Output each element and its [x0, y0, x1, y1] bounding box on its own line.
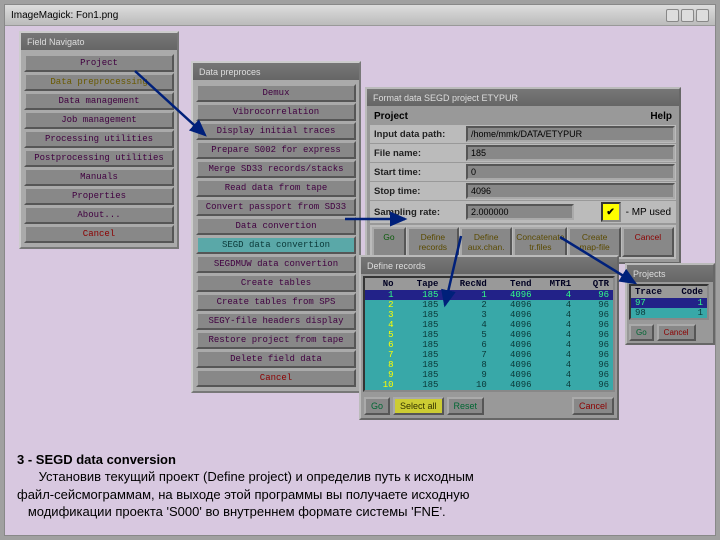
nav-item-processing-utilities[interactable]: Processing utilities: [24, 130, 174, 148]
mp-used-label: - MP used: [626, 207, 671, 218]
mp-used-checkbox[interactable]: ✔: [601, 202, 621, 222]
caption-heading: 3 - SEGD data conversion: [17, 452, 176, 467]
records-cancel-button[interactable]: Cancel: [572, 397, 614, 415]
col-header: No: [365, 279, 398, 289]
input-path-label: Input data path:: [371, 129, 466, 140]
close-icon[interactable]: [696, 9, 709, 22]
project-row[interactable]: 971: [631, 298, 707, 308]
cancel-button[interactable]: Cancel: [622, 227, 674, 257]
preproc-item-convert-passport-from-sd-[interactable]: Convert passport from SD33: [196, 198, 356, 216]
maximize-icon[interactable]: [681, 9, 694, 22]
table-row[interactable]: 718574096496: [365, 350, 613, 360]
preproc-item-read-data-from-tape[interactable]: Read data from tape: [196, 179, 356, 197]
preproc-item-segdmuw-data-convertion[interactable]: SEGDMUW data convertion: [196, 255, 356, 273]
preproc-item-delete-field-data[interactable]: Delete field data: [196, 350, 356, 368]
col-header: MTR1: [536, 279, 576, 289]
nav-item-job-management[interactable]: Job management: [24, 111, 174, 129]
preproc-item-demux[interactable]: Demux: [196, 84, 356, 102]
nav-item-about-[interactable]: About...: [24, 206, 174, 224]
preproc-item-restore-project-from-tape[interactable]: Restore project from tape: [196, 331, 356, 349]
preproc-item-merge-sd-records-stacks[interactable]: Merge SD33 records/stacks: [196, 160, 356, 178]
projects-cancel-button[interactable]: Cancel: [657, 324, 696, 341]
preproc-item-segy-file-headers-display[interactable]: SEGY-file headers display: [196, 312, 356, 330]
sampling-rate-field[interactable]: 2.000000: [466, 204, 574, 220]
go-button[interactable]: Go: [372, 227, 406, 257]
reset-button[interactable]: Reset: [447, 397, 485, 415]
preproc-item-create-tables[interactable]: Create tables: [196, 274, 356, 292]
format-data-window: Format data SEGD project ETYPUR Project …: [365, 87, 681, 264]
table-row[interactable]: 518554096496: [365, 330, 613, 340]
col-header: Tend: [491, 279, 536, 289]
table-row[interactable]: 218524096496: [365, 300, 613, 310]
image-viewer-titlebar: ImageMagick: Fon1.png: [5, 5, 715, 26]
minimize-icon[interactable]: [666, 9, 679, 22]
field-navigator-title: Field Navigato: [21, 33, 177, 50]
table-row[interactable]: 418544096496: [365, 320, 613, 330]
preproc-item-vibrocorrelation[interactable]: Vibrocorrelation: [196, 103, 356, 121]
nav-item-manuals[interactable]: Manuals: [24, 168, 174, 186]
stop-time-field[interactable]: 4096: [466, 183, 675, 199]
col-header: QTR: [575, 279, 613, 289]
file-name-label: File name:: [371, 148, 466, 159]
field-navigator-window: Field Navigato ProjectData preprocessing…: [19, 31, 179, 249]
define-aux-button[interactable]: Define aux.chan.: [460, 227, 512, 257]
nav-item-data-management[interactable]: Data management: [24, 92, 174, 110]
table-row[interactable]: 118514096496: [365, 290, 613, 300]
nav-item-postprocessing-utilities[interactable]: Postprocessing utilities: [24, 149, 174, 167]
preproc-item-data-convertion[interactable]: Data convertion: [196, 217, 356, 235]
table-row[interactable]: 918594096496: [365, 370, 613, 380]
projects-title: Projects: [627, 265, 713, 282]
data-preprocess-title: Data preproces: [193, 63, 359, 80]
col-header: RecNd: [442, 279, 490, 289]
table-row[interactable]: 10185104096496: [365, 380, 613, 390]
preproc-item-segd-data-convertion[interactable]: SEGD data convertion: [196, 236, 356, 254]
file-name-field[interactable]: 185: [466, 145, 675, 161]
projects-window: Projects TraceCode971981 Go Cancel: [625, 263, 715, 345]
project-row[interactable]: 981: [631, 308, 707, 318]
preproc-item-create-tables-from-sps[interactable]: Create tables from SPS: [196, 293, 356, 311]
create-map-button[interactable]: Create map-file: [568, 227, 620, 257]
col-header: Tape: [398, 279, 443, 289]
table-row[interactable]: 318534096496: [365, 310, 613, 320]
table-row[interactable]: 618564096496: [365, 340, 613, 350]
sampling-rate-label: Sampling rate:: [371, 207, 466, 218]
input-path-field[interactable]: /home/mmk/DATA/ETYPUR: [466, 126, 675, 142]
table-row[interactable]: 818584096496: [365, 360, 613, 370]
start-time-field[interactable]: 0: [466, 164, 675, 180]
select-all-button[interactable]: Select all: [393, 397, 444, 415]
format-data-title: Format data SEGD project ETYPUR: [367, 89, 679, 106]
records-go-button[interactable]: Go: [364, 397, 390, 415]
image-viewer-title: ImageMagick: Fon1.png: [11, 10, 118, 21]
help-link[interactable]: Help: [650, 111, 672, 122]
nav-item-project[interactable]: Project: [24, 54, 174, 72]
data-preprocess-window: Data preproces DemuxVibrocorrelationDisp…: [191, 61, 361, 393]
define-records-title: Define records: [361, 257, 617, 274]
preproc-item-prepare-s-for-express[interactable]: Prepare S002 for express: [196, 141, 356, 159]
projects-go-button[interactable]: Go: [629, 324, 654, 341]
nav-item-data-preprocessing[interactable]: Data preprocessing: [24, 73, 174, 91]
nav-item-properties[interactable]: Properties: [24, 187, 174, 205]
preproc-item-cancel[interactable]: Cancel: [196, 369, 356, 387]
stop-time-label: Stop time:: [371, 186, 466, 197]
nav-item-cancel[interactable]: Cancel: [24, 225, 174, 243]
window-controls: [666, 9, 709, 22]
preproc-item-display-initial-traces[interactable]: Display initial traces: [196, 122, 356, 140]
project-label: Project: [374, 111, 408, 122]
define-records-button[interactable]: Define records: [407, 227, 459, 257]
caption-text: 3 - SEGD data conversion Установив текущ…: [17, 451, 703, 521]
start-time-label: Start time:: [371, 167, 466, 178]
concatenate-button[interactable]: Concatenate tr.files: [513, 227, 567, 257]
define-records-window: Define records NoTapeRecNdTendMTR1QTR118…: [359, 255, 619, 420]
